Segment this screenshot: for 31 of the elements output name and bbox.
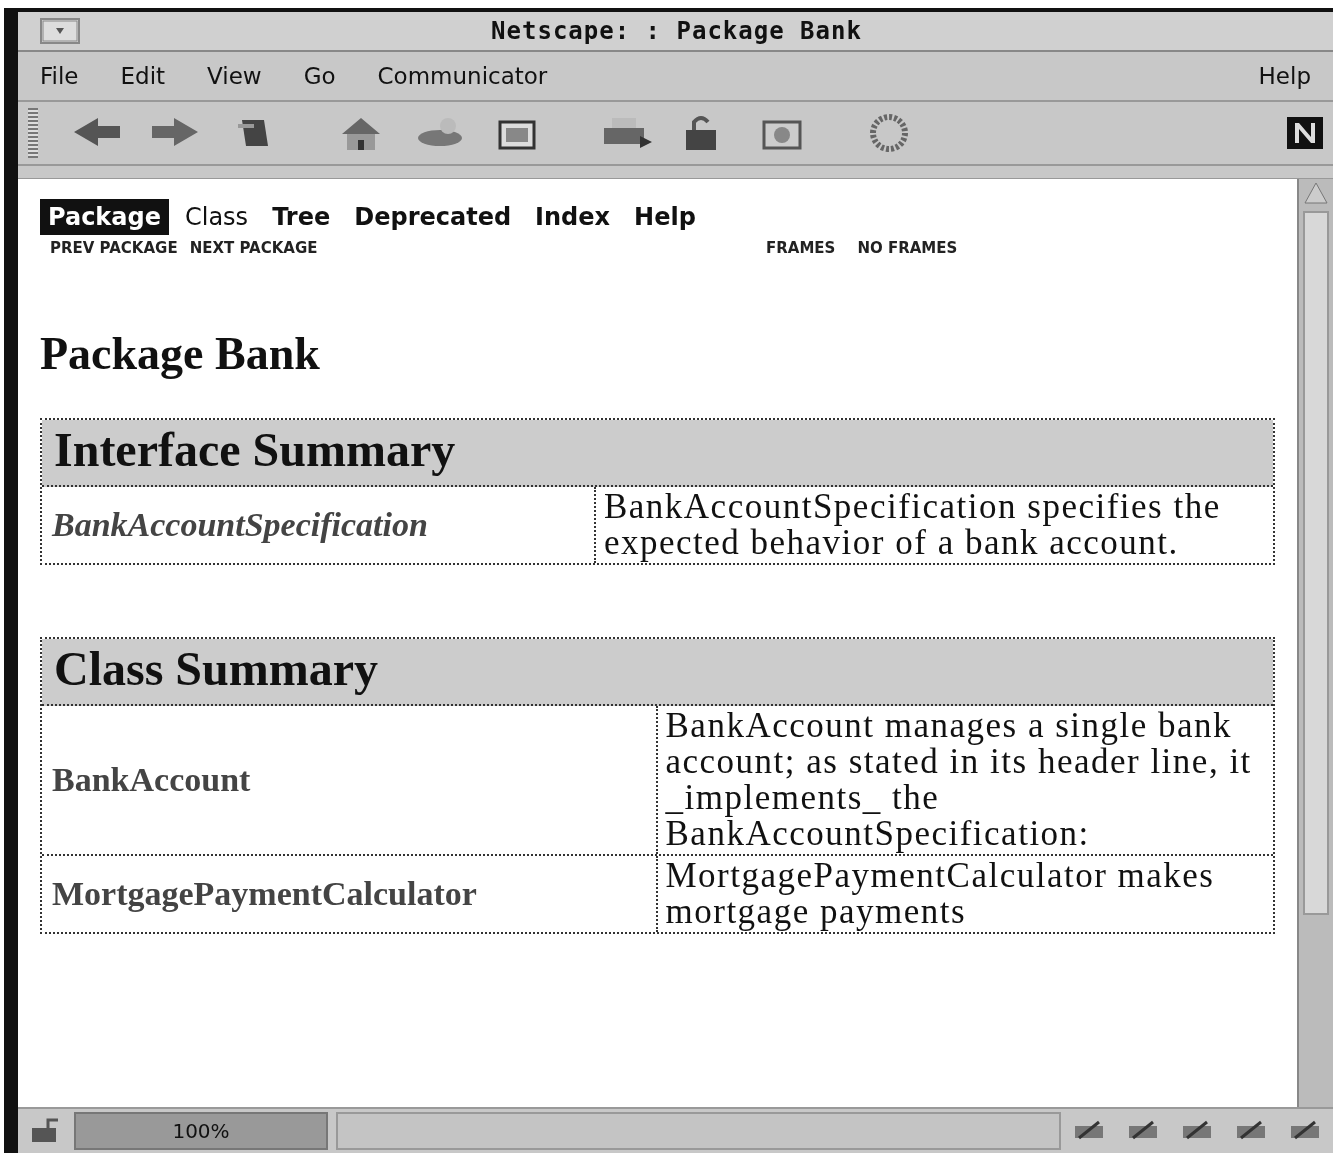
page-heading: Package Bank <box>40 327 321 380</box>
window-title: Netscape: : Package Bank <box>490 17 863 45</box>
menu-item[interactable]: File <box>40 63 79 89</box>
type-link[interactable]: BankAccountSpecification <box>52 506 428 544</box>
nav-link[interactable]: Help <box>626 199 704 235</box>
progress-indicator: 100% <box>74 1112 328 1150</box>
nav-link[interactable]: PREV PACKAGE <box>50 239 178 257</box>
table-cell-text: MortgagePaymentCalculator makes mortgage payments <box>664 856 1216 932</box>
nav-link[interactable]: NO FRAMES <box>857 239 958 257</box>
nav-link[interactable]: FRAMES <box>766 239 836 257</box>
table-heading: Interface Summary <box>42 420 1273 487</box>
window-menu-button[interactable] <box>40 18 80 44</box>
menu-item[interactable]: Edit <box>120 63 166 89</box>
type-link[interactable]: MortgagePaymentCalculator <box>52 875 477 913</box>
type-link[interactable]: BankAccount <box>52 761 251 799</box>
menu-item[interactable]: Communicator <box>377 63 548 89</box>
nav-link[interactable]: Deprecated <box>346 199 520 235</box>
scrollbar[interactable] <box>1297 179 1333 1107</box>
scroll-thumb[interactable] <box>1303 211 1329 915</box>
nav-tab[interactable]: Package <box>40 199 169 235</box>
n-logo-icon[interactable] <box>1287 117 1323 149</box>
nav-link[interactable]: Tree <box>264 199 339 235</box>
table-heading: Class Summary <box>42 639 1273 706</box>
nav-link[interactable]: NEXT PACKAGE <box>189 239 318 257</box>
nav-link[interactable]: Index <box>527 199 619 235</box>
table-cell-text: BankAccount manages a single bank account; as stated in its header line, it _implements_ the BankAccountSpecification: <box>664 706 1253 854</box>
table-cell-text: BankAccountSpecification specifies the expected behavior of a bank account. <box>602 487 1222 563</box>
menu-item[interactable]: Go <box>303 63 336 89</box>
toolbar-grip[interactable] <box>28 108 38 158</box>
menu-item[interactable]: Help <box>1258 63 1311 89</box>
menu-item[interactable]: View <box>207 63 262 89</box>
